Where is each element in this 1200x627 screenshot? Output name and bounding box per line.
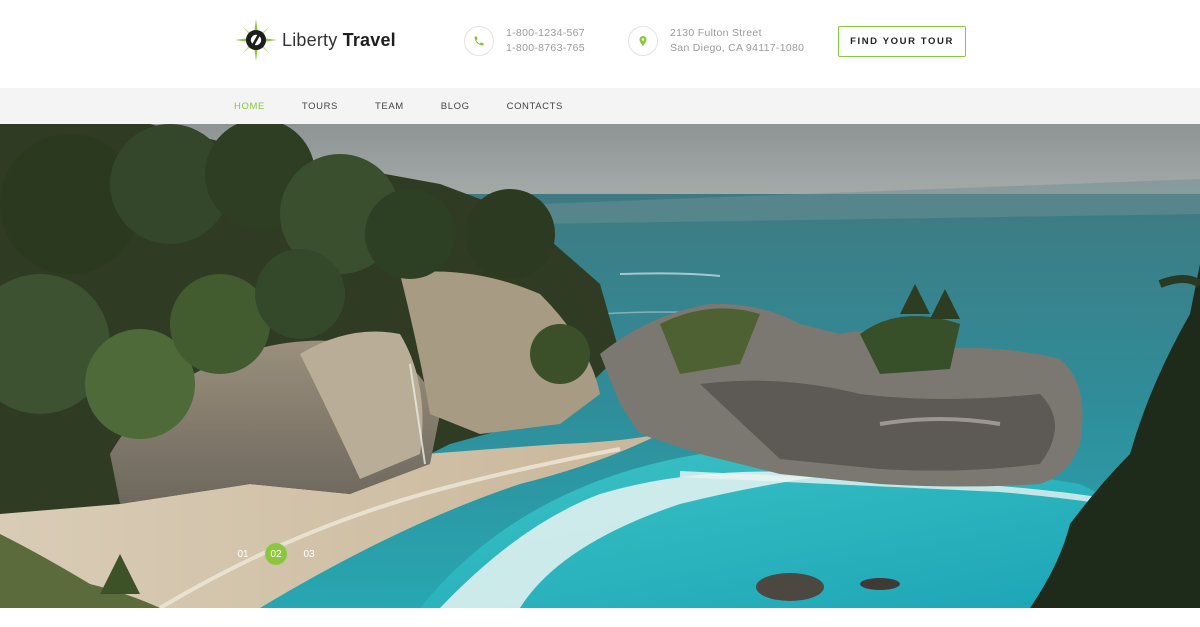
brand-logo[interactable]: Liberty Travel — [234, 18, 396, 62]
slide-1-button[interactable]: 01 — [232, 543, 254, 565]
nav-item-contacts[interactable]: CONTACTS — [507, 101, 563, 112]
address-city: San Diego, CA 94117-1080 — [670, 42, 805, 54]
phone-contact: 1-800-1234-567 1-800-8763-765 — [464, 26, 585, 56]
main-nav: HOME TOURS TEAM BLOG CONTACTS — [0, 88, 1200, 124]
slider-pagination: 01 02 03 — [232, 543, 331, 565]
address-street: 2130 Fulton Street — [670, 27, 762, 39]
phone-icon — [464, 26, 494, 56]
nav-item-home[interactable]: HOME — [234, 101, 265, 112]
brand-name-bold: Travel — [342, 29, 396, 50]
phone-number-2[interactable]: 1-800-8763-765 — [506, 41, 585, 56]
map-pin-icon — [628, 26, 658, 56]
address-contact: 2130 Fulton Street San Diego, CA 94117-1… — [628, 26, 804, 56]
brand-name: Liberty Travel — [282, 30, 396, 51]
find-your-tour-button[interactable]: FIND YOUR TOUR — [838, 26, 966, 57]
site-header: Liberty Travel 1-800-1234-567 1-800-8763… — [0, 0, 1200, 88]
phone-numbers: 1-800-1234-567 1-800-8763-765 — [506, 26, 585, 56]
hero-slider — [0, 124, 1200, 608]
nav-menu: HOME TOURS TEAM BLOG CONTACTS — [234, 88, 600, 124]
address-lines: 2130 Fulton Street San Diego, CA 94117-1… — [670, 26, 804, 56]
slide-2-button[interactable]: 02 — [265, 543, 287, 565]
brand-name-light: Liberty — [282, 29, 338, 50]
page-bottom-strip — [0, 608, 1200, 627]
nav-item-tours[interactable]: TOURS — [302, 101, 338, 112]
nav-item-blog[interactable]: BLOG — [441, 101, 470, 112]
phone-number-1[interactable]: 1-800-1234-567 — [506, 26, 585, 41]
hero-coastline-image — [0, 124, 1200, 608]
nav-item-team[interactable]: TEAM — [375, 101, 404, 112]
slide-3-button[interactable]: 03 — [298, 543, 320, 565]
compass-logo-icon — [234, 18, 278, 62]
